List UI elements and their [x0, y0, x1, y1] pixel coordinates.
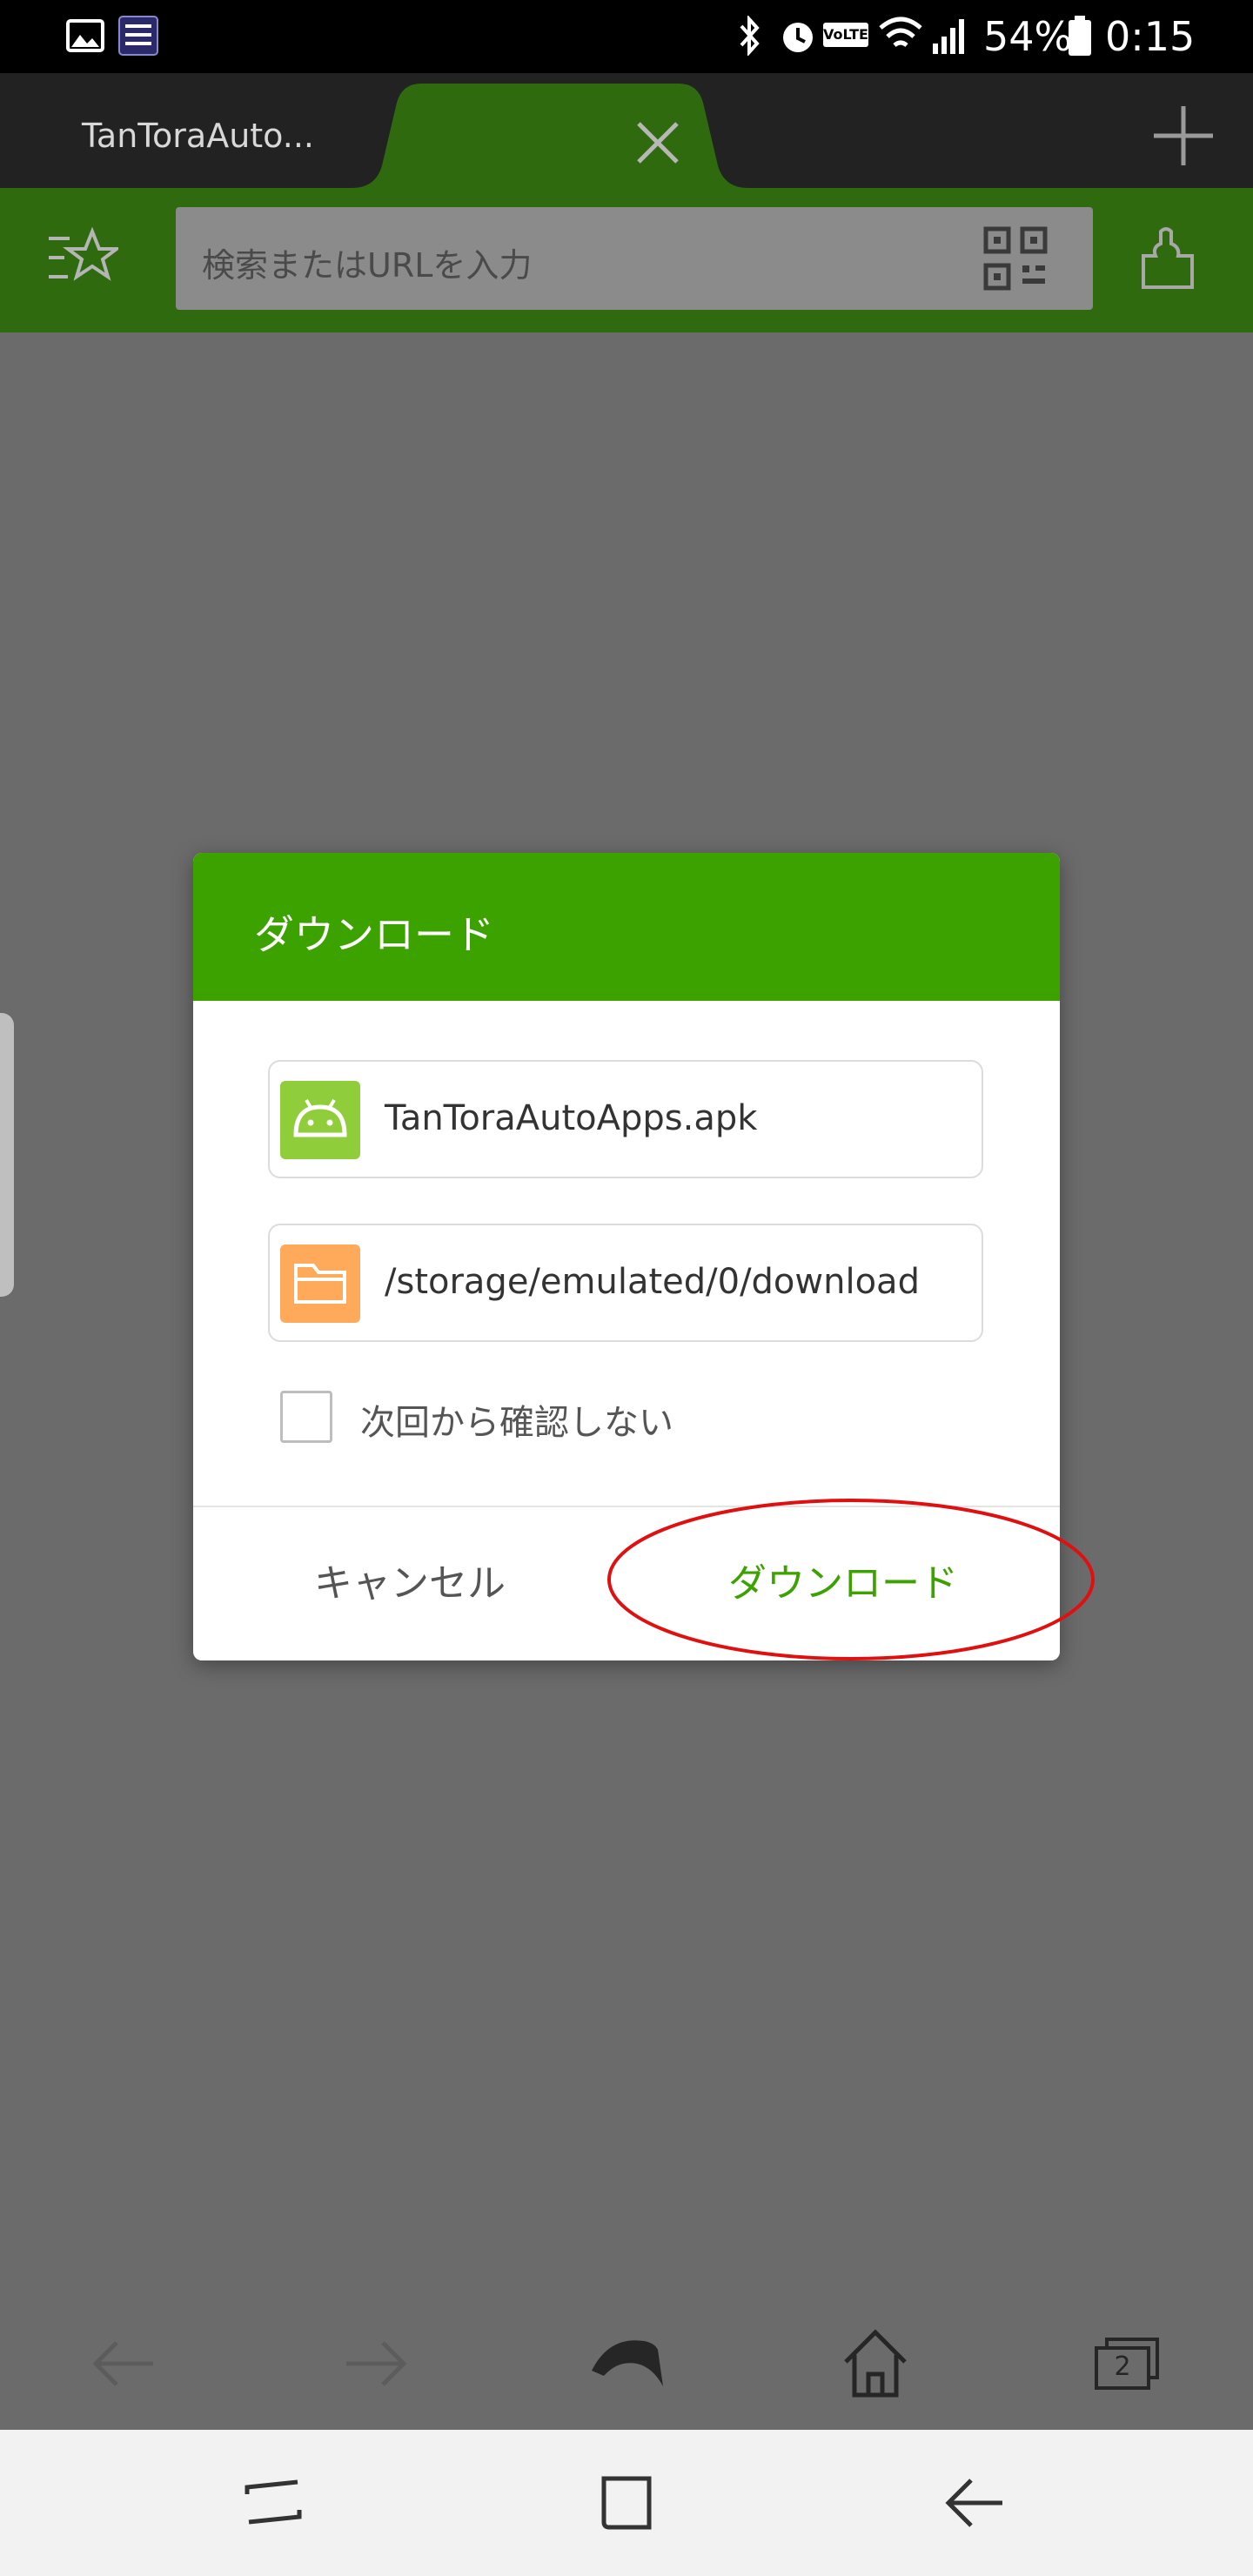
volte-icon: VoLTE	[823, 23, 868, 47]
signal-icon	[933, 19, 964, 54]
bluetooth-icon	[740, 16, 760, 56]
url-placeholder: 検索またはURLを入力	[202, 246, 533, 285]
android-icon	[280, 1081, 360, 1159]
download-button[interactable]: ダウンロード	[626, 1507, 1060, 1660]
cancel-button[interactable]: キャンセル	[193, 1507, 626, 1660]
home-icon[interactable]	[832, 2320, 919, 2407]
forward-arrow-icon[interactable]	[331, 2320, 418, 2407]
dialog-title: ダウンロード	[254, 911, 494, 958]
download-path-field[interactable]: /storage/emulated/0/download	[268, 1224, 983, 1342]
clock: 0:15	[1105, 13, 1196, 60]
bookmark-star-icon[interactable]	[45, 226, 118, 292]
download-button-label: ダウンロード	[728, 1561, 958, 1606]
side-panel-handle[interactable]	[0, 1013, 14, 1297]
wifi-icon	[879, 17, 922, 47]
bottom-toolbar: 2	[0, 2298, 1253, 2430]
close-icon[interactable]	[626, 111, 689, 174]
battery-percent: 54%	[983, 13, 1073, 60]
download-dialog: ダウンロード TanToraAutoApps.apk /storage/emul…	[193, 853, 1060, 1660]
tab-inactive[interactable]: TanToraAuto...	[0, 73, 365, 188]
download-path-text: /storage/emulated/0/download	[385, 1262, 920, 1302]
home-square-icon[interactable]	[583, 2459, 670, 2546]
system-nav-bar	[0, 2430, 1253, 2576]
file-name-text: TanToraAutoApps.apk	[385, 1098, 758, 1138]
plus-icon[interactable]	[1149, 101, 1218, 171]
puzzle-icon[interactable]	[1136, 225, 1203, 294]
back-icon[interactable]	[933, 2459, 1020, 2546]
dialog-header: ダウンロード	[193, 853, 1060, 1001]
tab-count: 2	[1114, 2351, 1131, 2382]
alarm-icon	[783, 23, 813, 52]
browser-toolbar: 検索またはURLを入力	[0, 188, 1253, 332]
fast-download-icon	[118, 16, 158, 56]
battery-icon	[1069, 16, 1091, 56]
qr-code-icon[interactable]	[983, 226, 1048, 291]
cancel-button-label: キャンセル	[314, 1561, 506, 1606]
dolphin-menu-icon[interactable]	[583, 2320, 670, 2407]
dont-ask-again-label[interactable]: 次回から確認しない	[360, 1394, 673, 1445]
url-bar[interactable]: 検索またはURLを入力	[176, 207, 1093, 310]
recent-apps-icon[interactable]	[230, 2459, 317, 2546]
tab-inactive-title: TanToraAuto...	[82, 117, 315, 155]
tabs-button[interactable]: 2	[1082, 2320, 1169, 2407]
folder-icon	[280, 1244, 360, 1323]
image-icon	[66, 19, 104, 52]
back-arrow-icon[interactable]	[82, 2320, 169, 2407]
dont-ask-again-checkbox[interactable]	[280, 1391, 332, 1443]
tab-bar: TanToraAuto...	[0, 73, 1253, 188]
file-name-field[interactable]: TanToraAutoApps.apk	[268, 1060, 983, 1178]
status-bar: VoLTE 54% 0:15	[0, 0, 1253, 73]
